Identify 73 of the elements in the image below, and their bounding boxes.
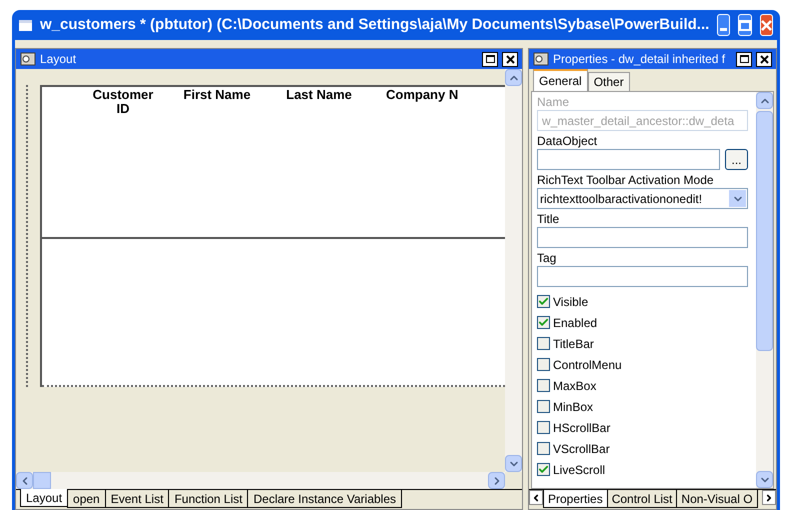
panel-icon [20, 52, 36, 66]
scroll-left-button[interactable] [529, 490, 543, 505]
checkbox[interactable] [537, 337, 550, 350]
scroll-down-button[interactable] [756, 471, 773, 488]
window-icon [19, 20, 32, 30]
minimize-button[interactable] [717, 14, 730, 36]
close-icon [761, 20, 772, 30]
input-field[interactable] [537, 266, 748, 287]
panel-icon [533, 52, 549, 66]
field-label: Name [537, 94, 570, 110]
scroll-right-button[interactable] [762, 490, 776, 505]
tab[interactable]: Declare Instance Variables [247, 490, 402, 508]
scroll-up-button[interactable] [505, 69, 522, 86]
vertical-scrollbar[interactable] [505, 69, 522, 472]
checkbox-label: MinBox [553, 398, 594, 416]
checkbox-label: LiveScroll [553, 462, 606, 478]
panel-title: Properties - dw_detail inherited f [553, 51, 726, 68]
close-icon [506, 54, 514, 64]
checkbox[interactable] [537, 400, 550, 413]
column-header: Last Name [285, 88, 353, 104]
checkbox[interactable] [537, 316, 550, 329]
tab[interactable]: General [533, 69, 588, 91]
vertical-scrollbar[interactable] [756, 92, 773, 488]
checkbox[interactable] [537, 379, 550, 392]
check-icon [538, 464, 549, 475]
field-label: DataObject [537, 133, 598, 149]
checkbox-label: HScrollBar [553, 420, 610, 436]
checkbox[interactable] [537, 421, 550, 434]
checkbox[interactable] [537, 295, 550, 308]
checkbox-label: VScrollBar [553, 440, 610, 458]
check-icon [538, 317, 549, 328]
maximize-icon [739, 20, 751, 30]
checkbox[interactable] [537, 358, 550, 371]
checkbox-label: TitleBar [553, 336, 594, 352]
chevron-left-icon [531, 492, 541, 502]
checkbox-label: Visible [553, 294, 588, 310]
checkbox-label: Enabled [553, 314, 598, 332]
scroll-up-button[interactable] [756, 92, 773, 109]
field-label: Title [537, 211, 560, 227]
field-label: RichText Toolbar Activation Mode [537, 172, 715, 188]
tab[interactable]: Non-Visual O [676, 490, 758, 508]
maximize-button[interactable] [736, 52, 752, 66]
maximize-icon [740, 55, 748, 63]
input-field[interactable] [537, 227, 748, 248]
close-button[interactable] [502, 52, 518, 66]
scroll-thumb[interactable] [756, 111, 773, 351]
check-icon [538, 296, 549, 307]
scroll-down-button[interactable] [505, 455, 522, 472]
checkbox-label: MaxBox [553, 378, 596, 394]
column-header: Company N [386, 88, 458, 104]
tab[interactable]: Other [588, 72, 630, 91]
window-title: w_customers * (pbtutor) (C:\Documents and Settings\aja\My Documents\Sybase\PowerBuild... [40, 14, 710, 35]
horizontal-scrollbar[interactable] [16, 472, 505, 489]
chevron-right-icon [764, 492, 774, 502]
maximize-button[interactable] [482, 52, 498, 66]
column-header: Customer ID [92, 88, 154, 118]
column-header: First Name [182, 88, 252, 104]
checkbox[interactable] [537, 442, 550, 455]
scroll-thumb[interactable] [33, 472, 51, 489]
close-button[interactable] [756, 52, 772, 66]
minimize-icon [720, 28, 728, 31]
maximize-icon [486, 55, 494, 63]
field-label: Tag [537, 250, 558, 266]
browse-button[interactable]: ... [725, 149, 748, 170]
checkbox-label: ControlMenu [553, 356, 622, 374]
dropdown-field[interactable]: richtexttoolbaractivationonedit! [537, 188, 748, 209]
close-icon [760, 54, 768, 64]
dropdown-value: richtexttoolbaractivationonedit! [540, 190, 704, 208]
tab[interactable]: Properties [543, 490, 608, 508]
input-field[interactable] [537, 149, 720, 170]
checkbox[interactable] [537, 463, 550, 476]
tab[interactable]: Layout [20, 489, 68, 507]
panel-title: Layout [40, 51, 78, 68]
